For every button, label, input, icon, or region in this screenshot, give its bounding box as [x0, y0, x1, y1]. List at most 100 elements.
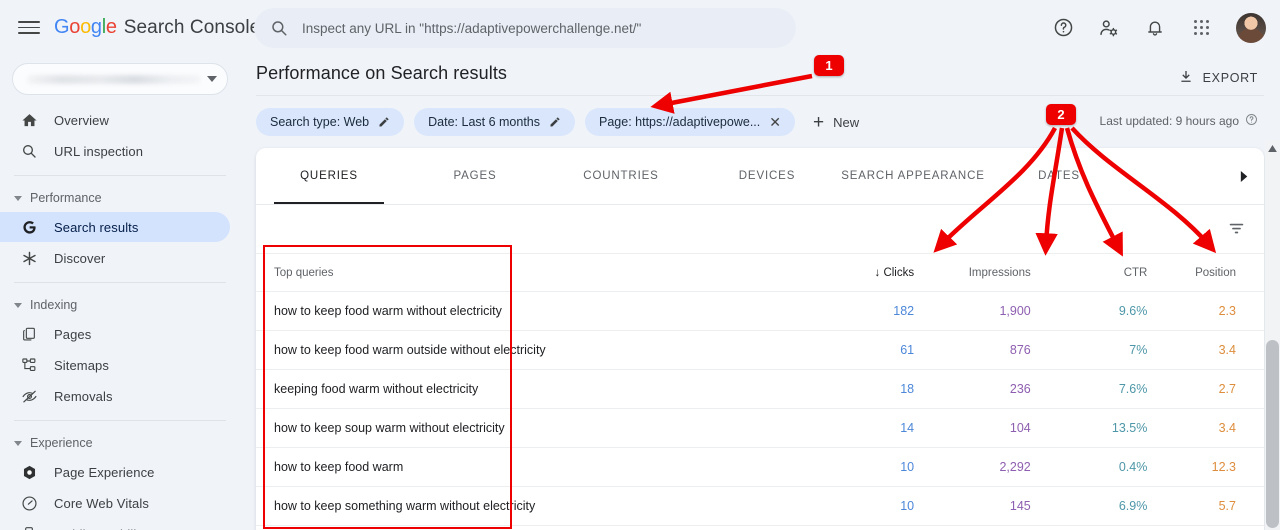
cell-impressions: 164	[914, 525, 1031, 530]
sidebar-item-search-results[interactable]: Search results	[0, 212, 230, 242]
help-circle-icon[interactable]	[1245, 113, 1258, 129]
tab-bar: QUERIES PAGES COUNTRIES DEVICES SEARCH A…	[256, 148, 1264, 205]
filter-chip-row: Search type: Web Date: Last 6 months Pag…	[256, 108, 867, 136]
logo-letter: g	[90, 16, 102, 38]
sidebar-group-indexing[interactable]: Indexing	[0, 292, 240, 318]
property-name-redacted	[27, 74, 201, 84]
sidebar-item-label: Discover	[54, 250, 106, 266]
table-row[interactable]: keeping food warm without electricity 18 2…	[256, 369, 1264, 409]
new-filter-button[interactable]: + New	[805, 108, 867, 136]
tab-label: QUERIES	[300, 170, 358, 182]
sidebar-group-performance[interactable]: Performance	[0, 185, 240, 211]
user-avatar[interactable]	[1236, 12, 1266, 43]
table-row[interactable]: how to keep something warm without elect…	[256, 486, 1264, 526]
sidebar-item-sitemaps[interactable]: Sitemaps	[0, 350, 230, 380]
tab-devices[interactable]: DEVICES	[694, 148, 840, 204]
download-icon	[1178, 69, 1194, 88]
sidebar-item-overview[interactable]: Overview	[0, 105, 230, 135]
sidebar-item-mobile-usability[interactable]: Mobile Usability	[0, 519, 230, 530]
pencil-icon[interactable]	[378, 116, 390, 128]
pencil-icon[interactable]	[549, 116, 561, 128]
tab-label: COUNTRIES	[583, 170, 659, 182]
search-input[interactable]	[302, 20, 782, 36]
table-row[interactable]: how to keep food warm without electricit…	[256, 291, 1264, 331]
table-row[interactable]: how to keep nacho cheese warm without el…	[256, 525, 1264, 530]
filter-chip-page[interactable]: Page: https://adaptivepowe... ✕	[585, 108, 795, 136]
help-icon[interactable]	[1046, 11, 1080, 45]
google-logo: Google	[54, 16, 117, 39]
apps-grid-dots	[1193, 20, 1209, 35]
tab-label: DATES	[1038, 170, 1080, 182]
cell-query[interactable]: how to keep food warm	[256, 447, 798, 487]
table-row[interactable]: how to keep soup warm without electricit…	[256, 408, 1264, 448]
column-header-ctr[interactable]: CTR	[1030, 254, 1148, 292]
column-header-clicks[interactable]: ↓ Clicks	[797, 254, 915, 292]
sidebar-group-experience[interactable]: Experience	[0, 430, 240, 456]
cell-clicks: 18	[797, 369, 915, 409]
cell-query[interactable]: how to keep soup warm without electricit…	[256, 408, 798, 448]
google-g-icon	[20, 218, 38, 236]
hamburger-menu-icon[interactable]	[18, 17, 40, 39]
brand-logo[interactable]: Google Search Console	[54, 16, 260, 39]
table-row[interactable]: how to keep food warm 10 2,292 0.4% 12.3	[256, 447, 1264, 487]
sidebar-item-pages[interactable]: Pages	[0, 319, 230, 349]
cell-query[interactable]: keeping food warm without electricity	[256, 369, 798, 409]
cell-position: 4.5	[1147, 525, 1264, 530]
sidebar-item-discover[interactable]: Discover	[0, 243, 230, 273]
column-header-position[interactable]: Position	[1147, 254, 1264, 292]
sidebar-item-url-inspection[interactable]: URL inspection	[0, 136, 230, 166]
filter-chip-date[interactable]: Date: Last 6 months	[414, 108, 576, 136]
cell-clicks: 61	[797, 330, 915, 370]
tab-dates[interactable]: DATES	[986, 148, 1132, 204]
export-button[interactable]: EXPORT	[1178, 63, 1258, 93]
cell-query[interactable]: how to keep nacho cheese warm without el…	[256, 525, 798, 530]
sidebar-group-label: Indexing	[30, 298, 78, 312]
sidebar-nav: Overview URL inspection Performance Sear…	[0, 55, 240, 530]
cell-query[interactable]: how to keep something warm without elect…	[256, 486, 798, 526]
notifications-bell-icon[interactable]	[1138, 11, 1172, 45]
cell-position: 5.7	[1147, 486, 1264, 526]
sidebar-divider	[14, 175, 226, 176]
column-header-label: Top queries	[274, 267, 334, 279]
google-apps-grid-icon[interactable]	[1184, 11, 1218, 45]
column-header-top-queries[interactable]: Top queries	[256, 254, 798, 292]
logo-letter: G	[54, 16, 70, 38]
table-toolbar	[256, 205, 1264, 254]
last-updated-text: Last updated: 9 hours ago	[1099, 114, 1239, 128]
url-inspection-searchbox[interactable]	[254, 8, 796, 48]
cell-ctr: 7.6%	[1030, 369, 1148, 409]
cell-clicks: 10	[797, 486, 915, 526]
tab-countries[interactable]: COUNTRIES	[548, 148, 694, 204]
filter-chip-search-type[interactable]: Search type: Web	[256, 108, 405, 136]
logo-letter: e	[105, 16, 117, 38]
cell-query[interactable]: how to keep food warm without electricit…	[256, 291, 798, 331]
filter-chip-label: Search type: Web	[270, 115, 370, 129]
tab-search-appearance[interactable]: SEARCH APPEARANCE	[840, 148, 986, 204]
account-settings-icon[interactable]	[1092, 11, 1126, 45]
cell-position: 3.4	[1147, 408, 1264, 448]
table-header-row: Top queries ↓ Clicks Impressions CTR Pos	[256, 254, 1264, 292]
tab-label: PAGES	[453, 170, 497, 182]
sidebar-item-page-experience[interactable]: Page Experience	[0, 457, 230, 487]
table-row[interactable]: how to keep food warm outside without el…	[256, 330, 1264, 370]
annotation-badge-2: 2	[1046, 104, 1076, 125]
column-header-impressions[interactable]: Impressions	[914, 254, 1031, 292]
home-icon	[20, 111, 38, 129]
cell-position: 3.4	[1147, 330, 1264, 370]
chevron-right-icon[interactable]	[1239, 148, 1250, 205]
tab-queries[interactable]: QUERIES	[256, 148, 402, 204]
scrollbar-thumb[interactable]	[1266, 340, 1279, 528]
main-content: Performance on Search results EXPORT Sea…	[240, 55, 1280, 530]
scroll-up-arrow-icon[interactable]	[1265, 140, 1280, 156]
property-selector[interactable]	[12, 63, 228, 95]
sidebar-item-removals[interactable]: Removals	[0, 381, 230, 411]
column-header-label: CTR	[1123, 267, 1148, 279]
filter-funnel-icon[interactable]	[1227, 219, 1246, 243]
tab-label: SEARCH APPEARANCE	[841, 170, 985, 182]
close-icon[interactable]: ✕	[769, 115, 781, 129]
tab-pages[interactable]: PAGES	[402, 148, 548, 204]
vertical-scrollbar[interactable]	[1265, 140, 1280, 530]
cell-query[interactable]: how to keep food warm outside without el…	[256, 330, 798, 370]
cell-clicks: 182	[797, 291, 915, 331]
sidebar-item-core-web-vitals[interactable]: Core Web Vitals	[0, 488, 230, 518]
